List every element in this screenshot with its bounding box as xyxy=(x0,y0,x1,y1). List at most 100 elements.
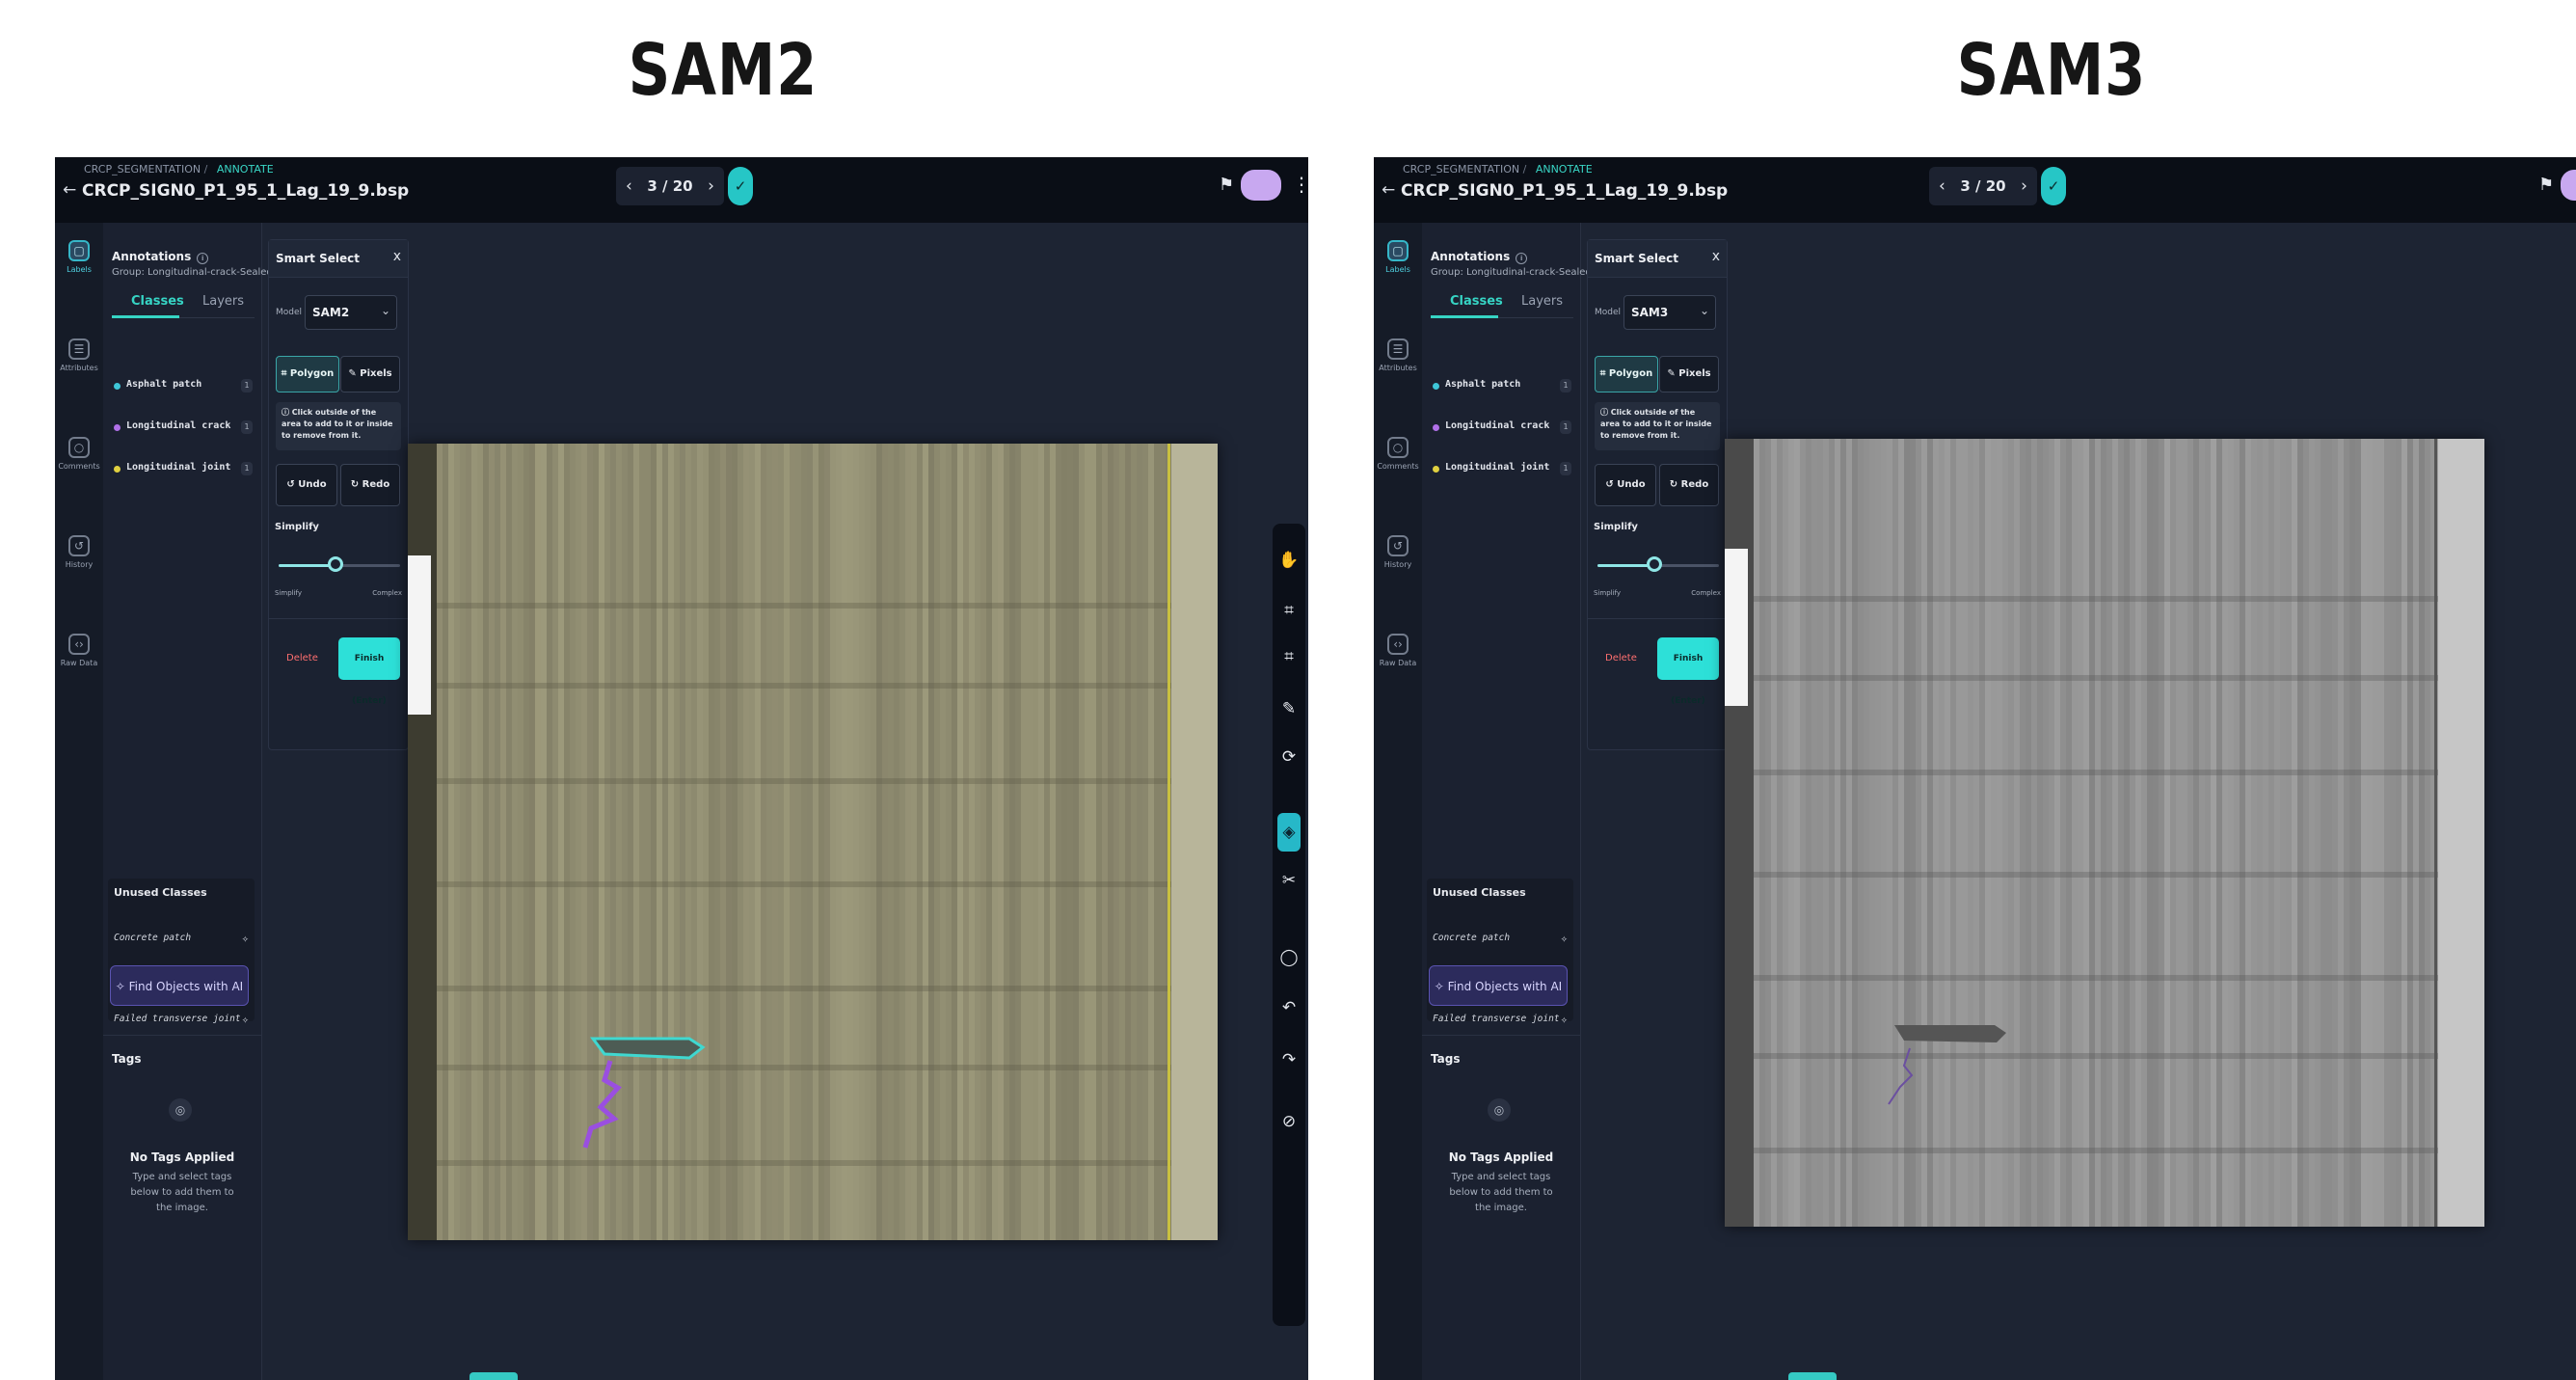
next-image-icon[interactable]: › xyxy=(2021,176,2027,196)
class-row[interactable]: Longitudinal joint 1 xyxy=(1431,460,1573,479)
model-select[interactable]: SAM2 ⌄ xyxy=(305,295,397,330)
close-icon[interactable]: x xyxy=(1712,249,1720,264)
confirm-image-button[interactable]: ✓ xyxy=(2041,167,2066,205)
crop-icon[interactable]: ⌗ xyxy=(1273,601,1305,620)
sparkle-icon[interactable]: ✧ xyxy=(242,1013,249,1026)
rail-item-labels[interactable]: ▢ Labels xyxy=(1374,240,1422,274)
simplify-slider[interactable] xyxy=(1597,556,1719,572)
undo-button[interactable]: ↺ Undo xyxy=(1595,464,1656,506)
sparkle-icon[interactable]: ✧ xyxy=(1561,932,1568,945)
pavement-image[interactable] xyxy=(408,444,1218,1240)
rail-item-raw-data[interactable]: ‹› Raw Data xyxy=(55,634,103,667)
next-image-icon[interactable]: › xyxy=(708,176,714,196)
refresh-icon[interactable]: ⟳ xyxy=(1273,747,1305,767)
slider-handle[interactable] xyxy=(1647,556,1663,572)
asphalt-patch-annotation[interactable] xyxy=(590,1037,706,1060)
prev-image-icon[interactable]: ‹ xyxy=(1939,176,1945,196)
redo-button[interactable]: ↻ Redo xyxy=(1659,464,1719,506)
class-row[interactable]: Longitudinal crack 1 xyxy=(112,419,255,438)
texture-stripe xyxy=(1968,439,1973,1227)
breadcrumb: CRCP_SEGMENTATION / ANNOTATE xyxy=(1403,163,1593,176)
hand-icon[interactable]: ✋ xyxy=(1273,551,1305,570)
texture-stripe xyxy=(2170,439,2176,1227)
tab-layers[interactable]: Layers xyxy=(1521,294,1563,309)
avatar[interactable] xyxy=(1241,170,1281,201)
undo-icon[interactable]: ↶ xyxy=(1273,998,1305,1017)
texture-stripe xyxy=(1852,439,1858,1227)
avatar[interactable] xyxy=(2561,170,2576,201)
rail-item-comments[interactable]: ○ Comments xyxy=(55,437,103,471)
unused-class-row[interactable]: Concrete patch ✧ xyxy=(114,932,249,945)
bottom-handle[interactable] xyxy=(470,1372,518,1380)
finish-button[interactable]: Finish (Enter) xyxy=(1657,637,1719,706)
rail-item-labels[interactable]: ▢ Labels xyxy=(55,240,103,274)
find-objects-ai-button[interactable]: ✧ Find Objects with AI xyxy=(1429,965,1568,1006)
texture-stripe xyxy=(1806,439,1811,1227)
class-row[interactable]: Longitudinal crack 1 xyxy=(1431,419,1573,438)
back-arrow-icon[interactable]: ← xyxy=(63,180,76,200)
erase-icon[interactable]: ⊘ xyxy=(1273,1112,1305,1131)
sparkle-icon[interactable]: ✧ xyxy=(1561,1013,1568,1026)
close-icon[interactable]: x xyxy=(393,249,401,264)
back-arrow-icon[interactable]: ← xyxy=(1382,180,1395,200)
class-row[interactable]: Asphalt patch 1 xyxy=(112,377,255,396)
tag-icon: ◎ xyxy=(169,1098,192,1122)
texture-stripe xyxy=(2164,439,2170,1227)
pavement-image[interactable] xyxy=(1725,439,2484,1227)
find-objects-ai-button[interactable]: ✧ Find Objects with AI xyxy=(110,965,249,1006)
unused-class-row[interactable]: Failed transverse joint ✧ xyxy=(1433,1013,1568,1026)
confirm-image-button[interactable]: ✓ xyxy=(728,167,753,205)
asphalt-patch-annotation[interactable] xyxy=(1894,1025,2006,1042)
brush-icon: ✎ xyxy=(348,368,361,379)
texture-stripe xyxy=(2187,439,2193,1227)
sam3-app-screenshot: ← CRCP_SEGMENTATION / ANNOTATE CRCP_SIGN… xyxy=(1374,157,2576,1380)
bbox-icon[interactable]: ⌗ xyxy=(1273,647,1305,666)
pen-icon[interactable]: ✎ xyxy=(1273,699,1305,718)
class-row[interactable]: Asphalt patch 1 xyxy=(1431,377,1573,396)
pavement-scan xyxy=(1725,439,2484,1227)
pixels-mode-button[interactable]: ✎ Pixels xyxy=(1659,356,1719,392)
undo-button[interactable]: ↺ Undo xyxy=(276,464,337,506)
tab-classes[interactable]: Classes xyxy=(131,294,184,309)
bottom-handle[interactable] xyxy=(1788,1372,1837,1380)
unused-class-row[interactable]: Failed transverse joint ✧ xyxy=(114,1013,249,1026)
more-icon[interactable]: ⋮ xyxy=(1292,173,1308,196)
slider-handle[interactable] xyxy=(328,556,344,572)
polygon-mode-button[interactable]: ⌗ Polygon xyxy=(276,356,339,392)
texture-stripe xyxy=(1142,444,1148,1240)
rail-item-history[interactable]: ↺ History xyxy=(1374,535,1422,569)
breadcrumb-project[interactable]: CRCP_SEGMENTATION xyxy=(1403,163,1519,176)
rail-item-comments[interactable]: ○ Comments xyxy=(1374,437,1422,471)
bright-patch xyxy=(1725,549,1748,706)
pixels-mode-button[interactable]: ✎ Pixels xyxy=(340,356,400,392)
tab-layers[interactable]: Layers xyxy=(202,294,244,309)
lasso-icon[interactable]: ◯ xyxy=(1273,948,1305,967)
rail-item-attributes[interactable]: ☰ Attributes xyxy=(55,338,103,372)
unused-class-row[interactable]: Concrete patch ✧ xyxy=(1433,932,1568,945)
rail-item-raw-data[interactable]: ‹› Raw Data xyxy=(1374,634,1422,667)
polygon-mode-button[interactable]: ⌗ Polygon xyxy=(1595,356,1658,392)
finish-button[interactable]: Finish (Enter) xyxy=(338,637,400,706)
delete-button[interactable]: Delete xyxy=(1605,653,1637,663)
tab-classes[interactable]: Classes xyxy=(1450,294,1503,309)
texture-stripe xyxy=(2245,439,2251,1227)
sparkle-icon[interactable]: ✧ xyxy=(242,932,249,945)
texture-stripe xyxy=(1125,444,1131,1240)
model-select[interactable]: SAM3 ⌄ xyxy=(1623,295,1716,330)
notification-icon[interactable]: ⚑ xyxy=(2538,175,2554,195)
texture-stripe xyxy=(738,444,743,1240)
smart-select-icon[interactable]: ◈ xyxy=(1277,813,1301,852)
class-row[interactable]: Longitudinal joint 1 xyxy=(112,460,255,479)
rail-item-history[interactable]: ↺ History xyxy=(55,535,103,569)
breadcrumb-project[interactable]: CRCP_SEGMENTATION xyxy=(84,163,201,176)
breadcrumb-annotate: ANNOTATE xyxy=(216,163,274,176)
redo-icon[interactable]: ↷ xyxy=(1273,1050,1305,1069)
simplify-slider[interactable] xyxy=(279,556,400,572)
delete-button[interactable]: Delete xyxy=(286,653,318,663)
rail-item-attributes[interactable]: ☰ Attributes xyxy=(1374,338,1422,372)
redo-button[interactable]: ↻ Redo xyxy=(340,464,400,506)
notification-icon[interactable]: ⚑ xyxy=(1219,175,1234,195)
prev-image-icon[interactable]: ‹ xyxy=(626,176,632,196)
texture-stripe xyxy=(720,444,726,1240)
scissors-icon[interactable]: ✂ xyxy=(1273,871,1305,890)
